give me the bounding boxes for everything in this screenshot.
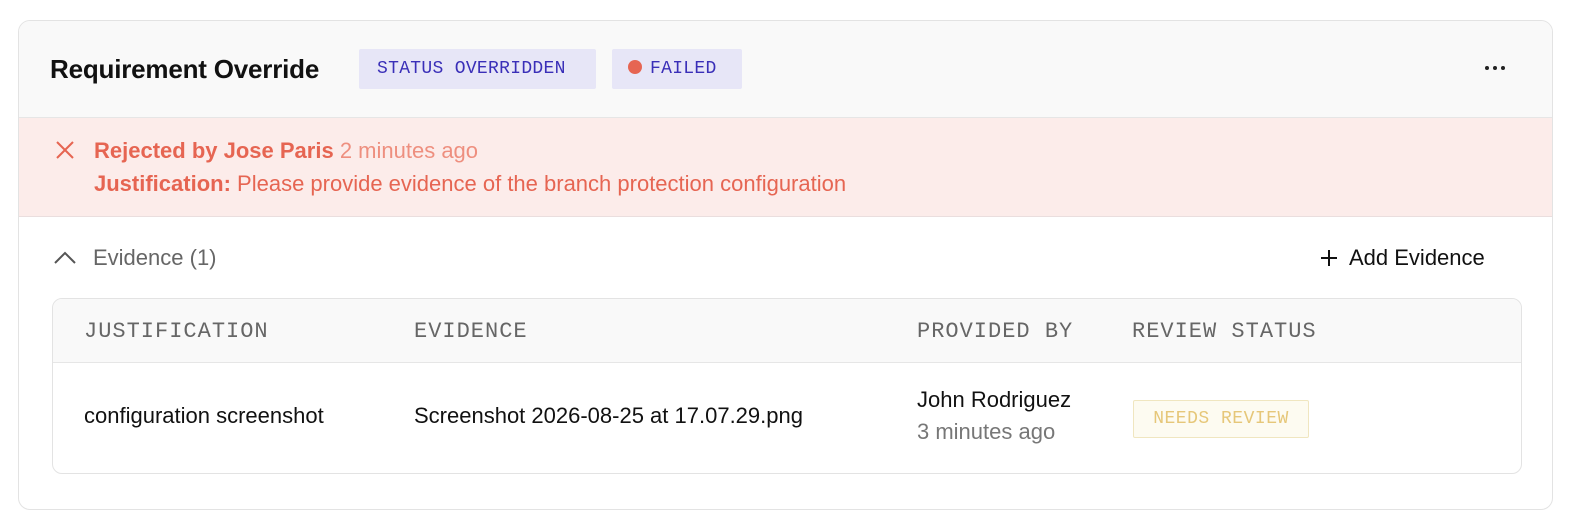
failed-label: FAILED xyxy=(650,59,717,79)
justification-text: Please provide evidence of the branch pr… xyxy=(237,171,847,196)
column-header-justification[interactable]: JUSTIFICATION xyxy=(84,319,269,344)
more-options-button[interactable] xyxy=(1478,51,1512,85)
provided-by-name: John Rodriguez xyxy=(917,387,1072,412)
card-header: Requirement Override STATUS OVERRIDDEN F… xyxy=(19,21,1552,118)
status-overridden-badge: STATUS OVERRIDDEN xyxy=(359,49,596,89)
evidence-section-toggle[interactable]: Evidence (1) xyxy=(53,243,217,273)
provided-by-time: 3 minutes ago xyxy=(917,419,1056,444)
evidence-section-label: Evidence (1) xyxy=(93,245,217,270)
justification-label: Justification: xyxy=(94,171,231,196)
chevron-up-icon xyxy=(54,251,76,264)
card-title: Requirement Override xyxy=(50,54,320,84)
more-horizontal-icon xyxy=(1485,66,1505,70)
justification-line: Justification: Please provide evidence o… xyxy=(94,171,846,197)
table-header: JUSTIFICATION EVIDENCE PROVIDED BY REVIE… xyxy=(53,299,1521,363)
review-status-badge: NEEDS REVIEW xyxy=(1133,400,1309,438)
close-icon xyxy=(56,141,74,159)
rejector-name: Jose Paris xyxy=(223,138,334,163)
column-header-provided-by[interactable]: PROVIDED BY xyxy=(917,319,1073,344)
column-header-review-status[interactable]: REVIEW STATUS xyxy=(1132,319,1317,344)
rejected-by-label: Rejected by xyxy=(94,138,218,163)
column-header-evidence[interactable]: EVIDENCE xyxy=(414,319,528,344)
plus-icon xyxy=(1321,250,1337,266)
justification-cell: configuration screenshot xyxy=(84,403,324,428)
rejection-time: 2 minutes ago xyxy=(339,138,479,163)
requirement-override-card: Requirement Override STATUS OVERRIDDEN F… xyxy=(18,20,1553,510)
add-evidence-label: Add Evidence xyxy=(1349,245,1485,270)
evidence-file-link[interactable]: Screenshot 2026-08-25 at 17.07.29.png xyxy=(414,403,803,429)
evidence-table: JUSTIFICATION EVIDENCE PROVIDED BY REVIE… xyxy=(52,298,1522,474)
failed-status-badge: FAILED xyxy=(612,49,742,89)
rejection-line: Rejected by Jose Paris 2 minutes ago xyxy=(94,138,478,164)
status-dot-icon xyxy=(628,59,642,74)
rejection-alert: Rejected by Jose Paris 2 minutes ago Jus… xyxy=(19,118,1552,217)
add-evidence-button[interactable]: Add Evidence xyxy=(1319,243,1485,273)
